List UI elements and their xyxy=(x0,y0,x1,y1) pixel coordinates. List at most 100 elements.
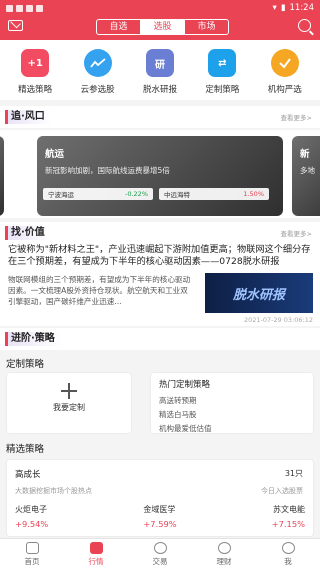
tab-home[interactable]: 首页 xyxy=(0,539,64,568)
plus-icon xyxy=(61,383,77,399)
stock-name: 金域医学 xyxy=(143,505,176,514)
feature-label: 定制策略 xyxy=(205,85,240,95)
strategy-stocks: 火炬电子 +9.54% 金域医学 +7.59% 苏文电能 +7.15% xyxy=(7,504,313,529)
nav-bar: 自选 选股 市场 xyxy=(0,17,320,39)
notification-icon xyxy=(16,4,23,12)
wifi-icon: ▾ xyxy=(272,3,277,13)
chart-bars-icon xyxy=(89,542,103,554)
plus-one-ribbon-icon: +1 xyxy=(21,49,50,77)
tab-shichang[interactable]: 市场 xyxy=(184,20,228,34)
carousel-card-prev[interactable] xyxy=(0,136,4,216)
institution-pick-icon xyxy=(270,49,299,77)
hot-strategy-item[interactable]: 高送转预期 xyxy=(151,393,313,407)
strategy-count: 31只 xyxy=(284,469,303,478)
carousel-card-next[interactable]: 新 多地 xyxy=(292,136,320,216)
hot-strategies-title: 热门定制策略 xyxy=(159,380,211,390)
mail-icon[interactable] xyxy=(8,20,23,31)
card-stocks: 宁波海运 -0.22% 中远海特 1.50% xyxy=(43,188,269,200)
tab-me[interactable]: 我 xyxy=(256,539,320,568)
feature-label: 云参选股 xyxy=(80,85,115,95)
custom-arrow-icon: ⇄ xyxy=(208,49,237,77)
tab-trade[interactable]: 交易 xyxy=(128,539,192,568)
tab-label: 我 xyxy=(284,557,292,566)
stock-name: 中远海特 xyxy=(164,191,190,199)
create-custom-label: 我要定制 xyxy=(53,403,85,412)
stock-pct: +7.59% xyxy=(143,519,177,529)
section-title: 进阶·策略 xyxy=(5,332,61,346)
feature-yuncan[interactable]: 云参选股 xyxy=(67,49,129,100)
strategy-tag: 今日入选股票 xyxy=(261,487,303,495)
search-icon[interactable] xyxy=(298,19,311,32)
card-title: 航运 xyxy=(45,149,65,160)
segmented-tabs: 自选 选股 市场 xyxy=(96,19,229,35)
stock-pct: +9.54% xyxy=(15,519,49,529)
selected-strategy-heading: 精选策略 xyxy=(6,444,45,455)
tab-zixuan[interactable]: 自选 xyxy=(97,20,140,34)
hot-strategy-item[interactable]: 精选白马股 xyxy=(151,407,313,421)
tab-xuangu[interactable]: 选股 xyxy=(140,20,184,34)
hot-strategy-item[interactable]: 机构最爱低估值 xyxy=(151,421,313,435)
home-icon xyxy=(25,542,39,554)
see-more-link[interactable]: 查看更多> xyxy=(281,228,312,238)
stock-pct: -0.22% xyxy=(125,190,148,198)
feature-tuoshui[interactable]: 研 脱水研报 xyxy=(129,49,191,100)
stock-name: 宁波海运 xyxy=(48,191,74,199)
feature-label: 精选策略 xyxy=(18,85,53,95)
section-value: 找·价值 查看更多> xyxy=(0,222,320,244)
hot-strategies-card[interactable]: 热门定制策略 高送转预期 精选白马股 机构最爱低估值 xyxy=(150,372,314,434)
tab-label: 行情 xyxy=(88,557,104,566)
article-summary: 物联网模组的三个预期差，有望成为下半年的核心驱动因素。一文梳理A股外资持仓现状。… xyxy=(8,275,191,306)
article-thumbnail: 脱水研报 xyxy=(205,273,313,313)
article-headline: 它被称为"新材料之王"，产业迅速崛起下游附加值更高；物联网这个细分存在三个预期差… xyxy=(8,244,311,267)
stock-pct: 1.50% xyxy=(243,190,264,198)
strategy-card[interactable]: 高成长 31只 大数据挖掘市场个股热点 今日入选股票 火炬电子 +9.54% 金… xyxy=(6,459,314,537)
stock-name: 火炬电子 xyxy=(15,505,47,514)
theme-carousel: 航运 新冠影响加剧，国际航线运费暴增5倍 宁波海运 -0.22% 中远海特 1.… xyxy=(0,130,320,218)
status-time: 11:24 xyxy=(289,3,315,13)
yuan-coin-icon xyxy=(153,542,167,554)
section-title: 找·价值 xyxy=(5,226,51,240)
tab-wealth[interactable]: 理财 xyxy=(192,539,256,568)
status-bar: ▾ ▮ 11:24 xyxy=(0,0,320,16)
custom-strategy-heading: 定制策略 xyxy=(6,359,45,370)
feature-jigou[interactable]: 机构严选 xyxy=(254,49,316,100)
strategy-name: 高成长 xyxy=(15,470,41,480)
trend-cloud-icon xyxy=(83,49,112,77)
notification-icon xyxy=(26,4,33,12)
strategy-stock[interactable]: 苏文电能 +7.15% xyxy=(272,504,305,529)
feature-dingzhi[interactable]: ⇄ 定制策略 xyxy=(191,49,253,100)
stock-chip[interactable]: 中远海特 1.50% xyxy=(159,188,269,200)
tab-market[interactable]: 行情 xyxy=(64,539,128,568)
bottom-tab-bar: 首页 行情 交易 理财 我 xyxy=(0,538,320,568)
stock-pct: +7.15% xyxy=(271,519,305,529)
report-article[interactable]: 它被称为"新材料之王"，产业迅速崛起下游附加值更高；物联网这个细分存在三个预期差… xyxy=(0,244,320,326)
article-time: 2021-07-29 03:06:12 xyxy=(243,316,313,324)
top-header: ▾ ▮ 11:24 自选 选股 市场 xyxy=(0,0,320,40)
section-title: 追·风口 xyxy=(5,110,51,124)
battery-icon: ▮ xyxy=(280,3,286,13)
create-custom-strategy[interactable]: 我要定制 xyxy=(6,372,132,434)
feature-label: 脱水研报 xyxy=(142,85,177,95)
feature-grid: +1 精选策略 云参选股 研 脱水研报 ⇄ 定制策略 机构严选 xyxy=(0,40,320,100)
strategy-stock[interactable]: 火炬电子 +9.54% xyxy=(15,504,48,529)
feature-label: 机构严选 xyxy=(267,85,302,95)
card-desc: 新冠影响加剧，国际航线运费暴增5倍 xyxy=(45,166,170,175)
app-screen: ▾ ▮ 11:24 自选 选股 市场 +1 精选策略 云参选股 研 脱水研报 ⇄… xyxy=(0,0,320,568)
notification-icon xyxy=(6,4,13,12)
card-title: 新 xyxy=(300,149,310,160)
strategy-desc: 大数据挖掘市场个股热点 xyxy=(15,487,92,495)
section-wind: 追·风口 查看更多> xyxy=(0,106,320,128)
stock-name: 苏文电能 xyxy=(273,505,305,514)
user-icon xyxy=(281,542,295,554)
feature-jingxuan[interactable]: +1 精选策略 xyxy=(4,49,66,100)
see-more-link[interactable]: 查看更多> xyxy=(281,112,312,122)
tab-label: 首页 xyxy=(24,557,40,566)
report-icon: 研 xyxy=(145,49,174,77)
tab-label: 理财 xyxy=(216,557,232,566)
stock-chip[interactable]: 宁波海运 -0.22% xyxy=(43,188,153,200)
notification-icon xyxy=(36,4,43,12)
tab-label: 交易 xyxy=(152,557,168,566)
strategy-stock[interactable]: 金域医学 +7.59% xyxy=(143,504,176,529)
wealth-icon xyxy=(217,542,231,554)
carousel-card[interactable]: 航运 新冠影响加剧，国际航线运费暴增5倍 宁波海运 -0.22% 中远海特 1.… xyxy=(37,136,283,216)
